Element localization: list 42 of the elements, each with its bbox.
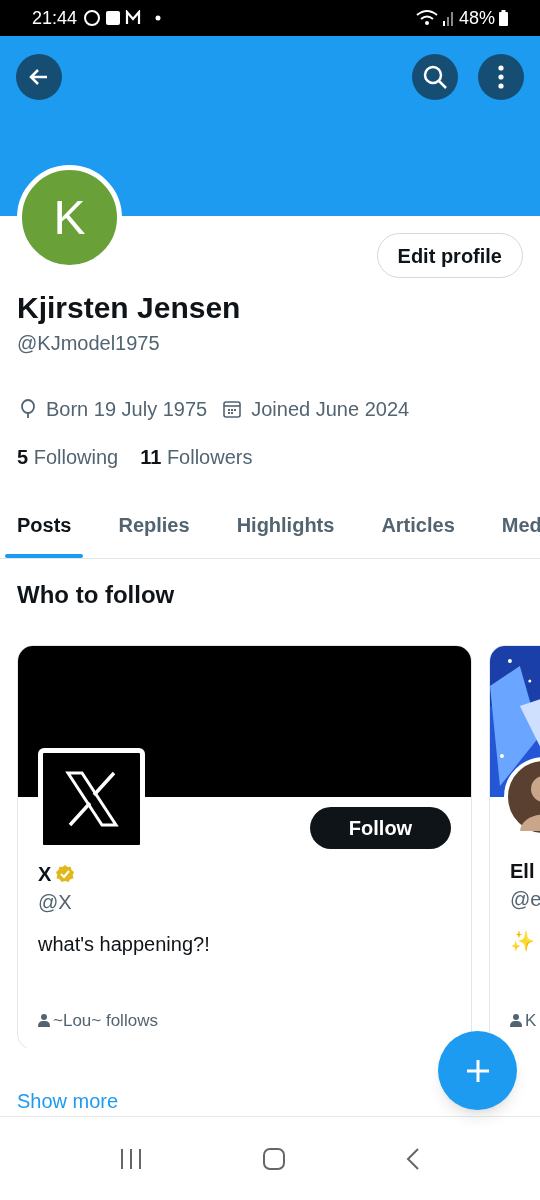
more-icon [498, 65, 504, 89]
profile-tab[interactable]: Replies [106, 510, 202, 558]
home-icon[interactable] [262, 1146, 286, 1171]
followed-by-text: ~Lou~ follows [53, 1009, 158, 1032]
account-name: Ell [510, 859, 535, 883]
signal-icon [414, 9, 455, 27]
battery-icon [499, 10, 508, 26]
profile-handle: @KJmodel1975 [17, 331, 161, 356]
search-icon [422, 64, 448, 90]
follow-button[interactable]: Follow [310, 807, 451, 849]
following-link[interactable]: 5 Following [17, 442, 119, 472]
logo-icon [63, 771, 120, 827]
dot-icon [155, 15, 162, 21]
mail-icon [125, 10, 142, 26]
profile-name: Kjirsten Jensen [17, 290, 242, 326]
profile-tab[interactable]: Med [489, 510, 540, 558]
calendar-icon [223, 400, 242, 418]
back-button[interactable] [16, 54, 62, 100]
profile-tab[interactable]: Posts [5, 510, 84, 558]
recent-apps-icon[interactable] [119, 1147, 144, 1170]
more-button[interactable] [478, 54, 524, 100]
birth-date: Born 19 July 1975 [46, 397, 208, 422]
back-icon[interactable] [404, 1146, 421, 1171]
profile-tab[interactable]: Highlights [224, 510, 347, 558]
person-icon [510, 1013, 522, 1028]
profile-tab[interactable]: Articles [369, 510, 467, 558]
followers-link[interactable]: 11 Followers [140, 442, 253, 472]
status-time: 21:44 [32, 6, 78, 30]
followed-by-text: K [525, 1009, 537, 1032]
suggestion-card[interactable]: Follow X @X what's happening?! ~Lou~ follows [17, 645, 472, 1049]
section-title: Who to follow [16, 580, 176, 610]
search-button[interactable] [412, 54, 458, 100]
account-bio: ✨ [510, 929, 536, 953]
account-handle: @e [510, 887, 540, 911]
join-date: Joined June 2024 [251, 397, 410, 422]
person-icon [38, 1013, 50, 1028]
plus-icon [464, 1057, 491, 1084]
account-name: X [38, 862, 52, 886]
account-bio: what's happening?! [38, 932, 211, 956]
account-handle: @X [38, 890, 73, 914]
balloon-icon [20, 399, 36, 419]
battery-percent: 48% [458, 6, 495, 30]
